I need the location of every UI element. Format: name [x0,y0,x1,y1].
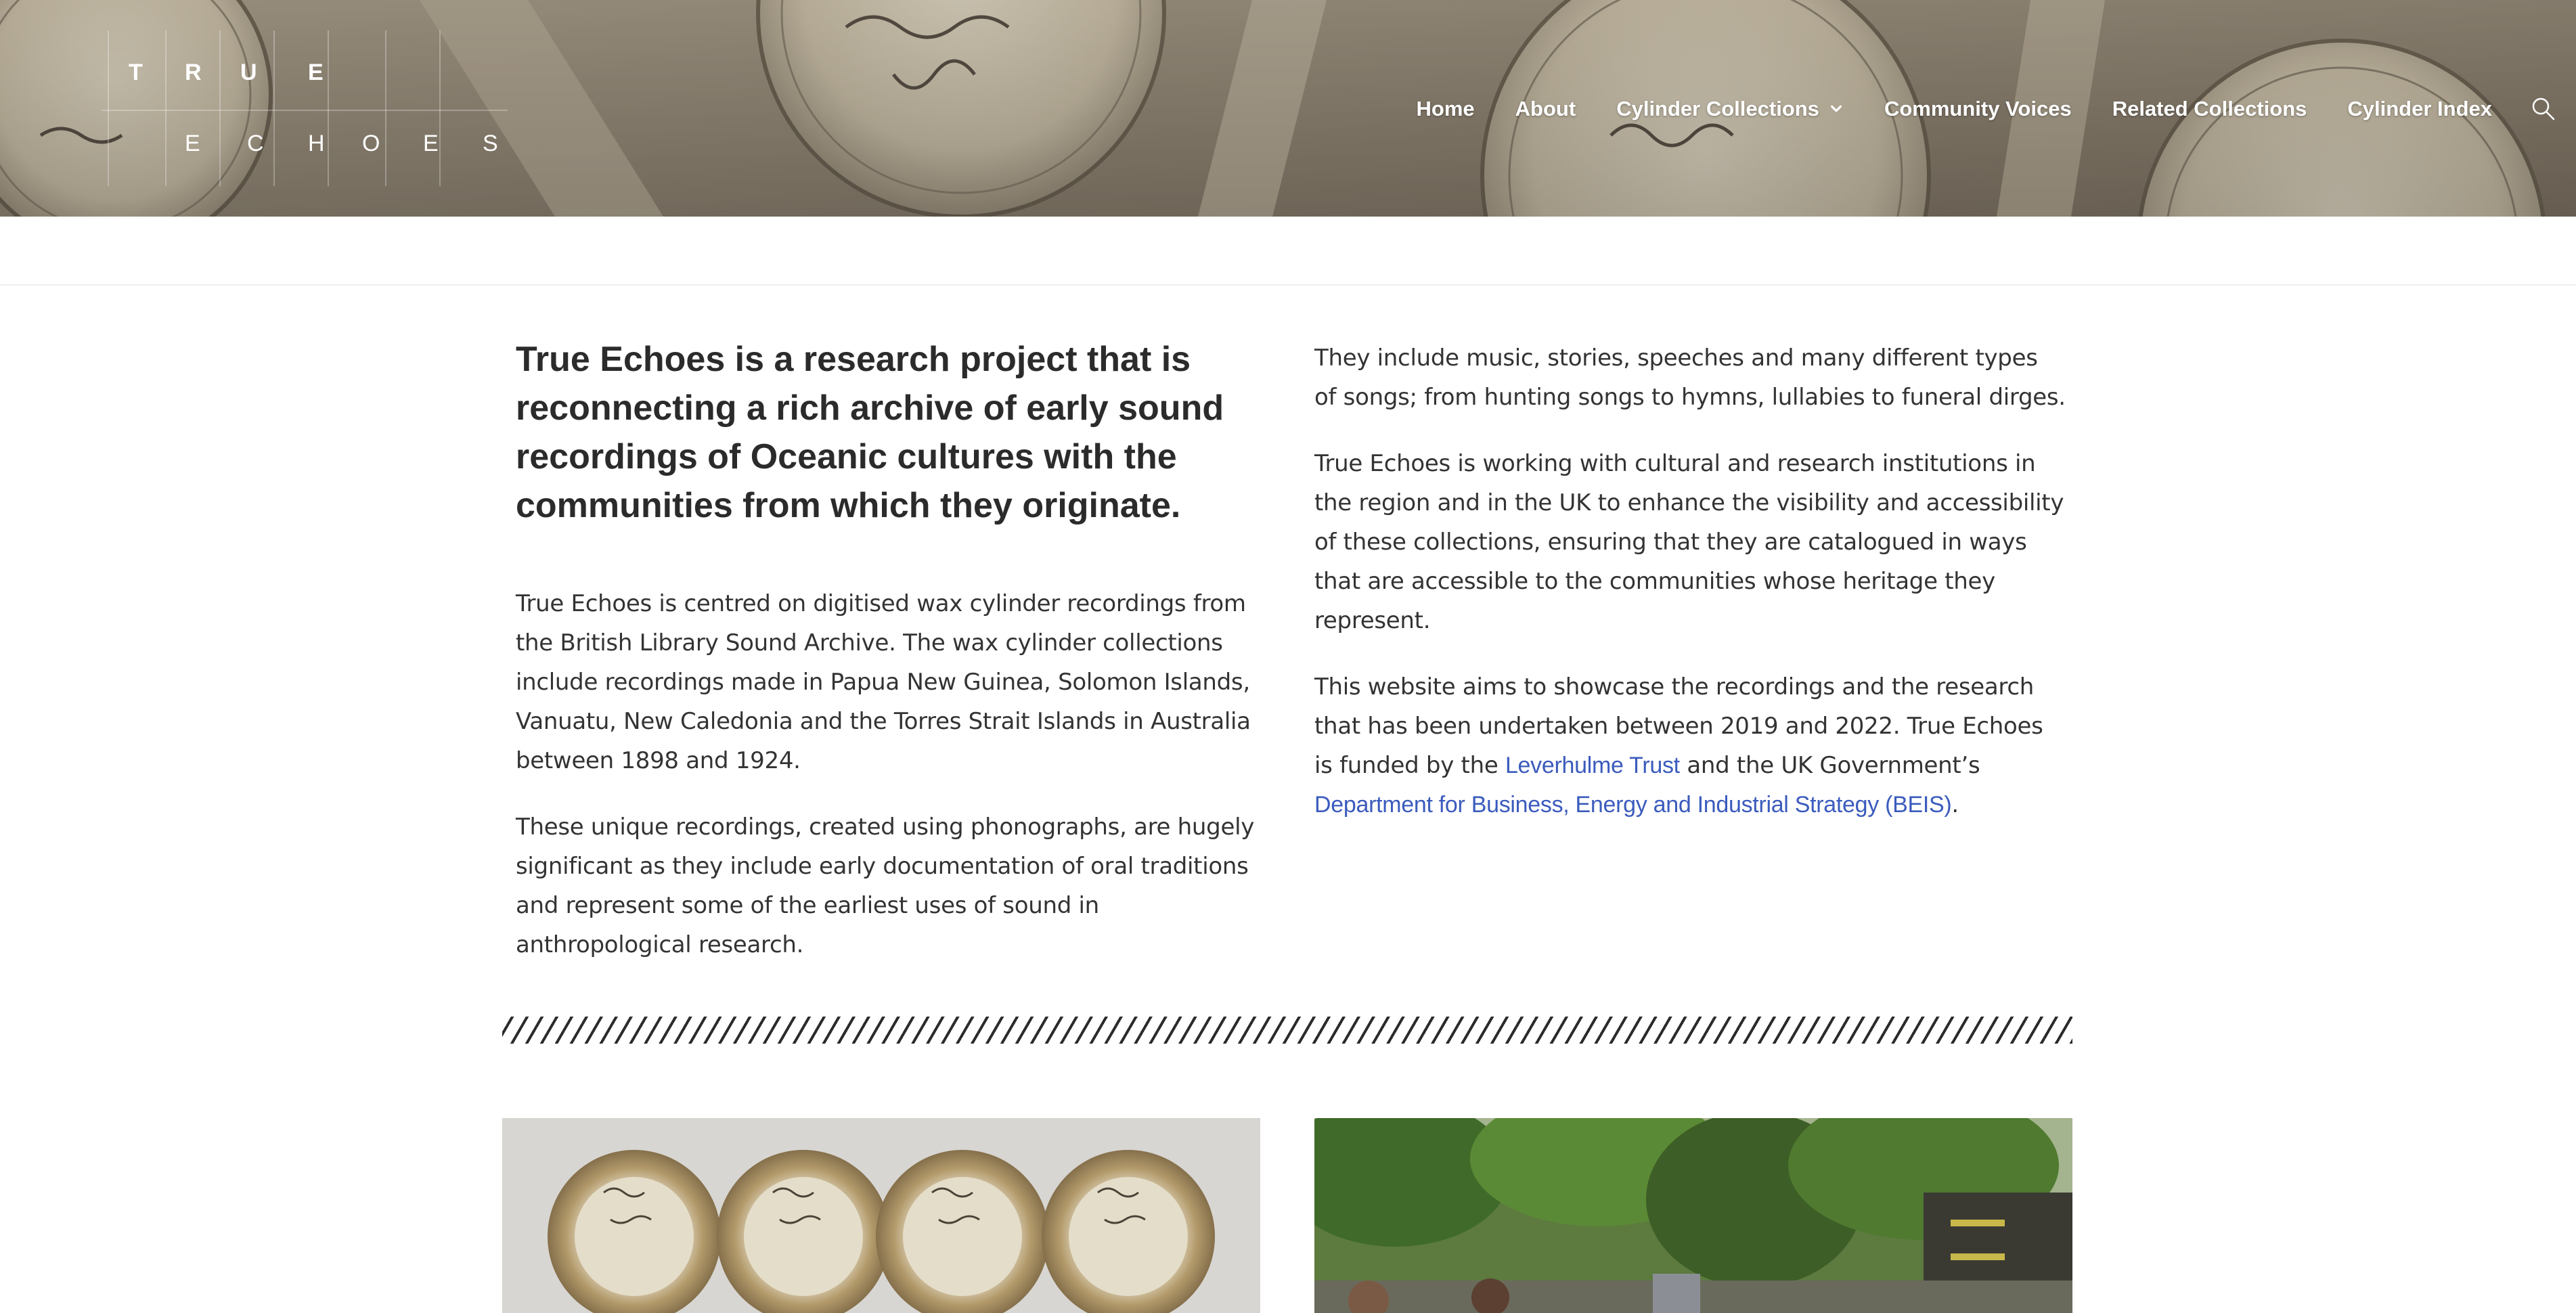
beis-link[interactable]: Department for Business, Energy and Indu… [1314,792,1952,818]
nav-about[interactable]: About [1515,97,1576,121]
intro-paragraph: These unique recordings, created using p… [516,814,1255,958]
nav-cylinder-collections[interactable]: Cylinder Collections [1616,97,1844,121]
intro-left-column: True Echoes is a research project that i… [516,335,1267,992]
nav-related-collections-label: Related Collections [2112,97,2307,120]
nav-community-voices[interactable]: Community Voices [1884,97,2072,121]
leverhulme-trust-link[interactable]: Leverhulme Trust [1505,753,1680,778]
logo-letter: E [423,131,439,156]
logo-letter: H [308,131,325,156]
community-image [1314,1118,2072,1313]
nav-home-label: Home [1416,97,1475,120]
nav-cylinder-index-label: Cylinder Index [2347,97,2492,120]
funding-paragraph: This website aims to showcase the record… [1314,667,2066,824]
wax-cylinders-image [502,1118,1260,1313]
funding-text: and the UK Government’s [1679,752,1980,779]
logo-letter: E [308,60,324,85]
logo-letter: S [483,131,498,156]
logo-letter: O [362,131,380,156]
intro-paragraph: They include music, stories, speeches an… [1314,344,2066,411]
logo-letter: T [129,60,143,85]
logo-letter: U [240,60,257,85]
intro-right-column: They include music, stories, speeches an… [1314,338,2066,851]
site-logo[interactable]: T R U E E C H O E S [102,30,508,186]
section-divider-line [0,284,2576,286]
wax-cylinders-photo[interactable] [502,1118,1260,1313]
funding-text: . [1951,791,1959,818]
logo-letter: E [185,131,200,156]
logo-letter: R [185,60,202,85]
logo-grid-lines [102,30,508,186]
community-photo[interactable] [1314,1118,2072,1313]
nav-about-label: About [1515,97,1576,120]
intro-paragraph: True Echoes is centred on digitised wax … [516,590,1251,774]
nav-cylinder-index[interactable]: Cylinder Index [2347,97,2492,121]
main-nav: Home About Cylinder Collections Communit… [1417,92,2576,126]
intro-lead-heading: True Echoes is a research project that i… [516,340,1224,525]
site-header: T R U E E C H O E S Home About Cylinder … [0,0,2576,217]
nav-related-collections[interactable]: Related Collections [2112,97,2307,121]
nav-cylinder-collections-label: Cylinder Collections [1616,97,1819,120]
nav-community-voices-label: Community Voices [1884,97,2072,120]
nav-home[interactable]: Home [1417,97,1475,121]
hatched-divider [502,1017,2072,1044]
logo-letter: C [247,131,264,156]
chevron-down-icon [1830,105,1842,112]
intro-paragraph: True Echoes is working with cultural and… [1314,450,2064,634]
search-icon[interactable] [2530,95,2557,123]
